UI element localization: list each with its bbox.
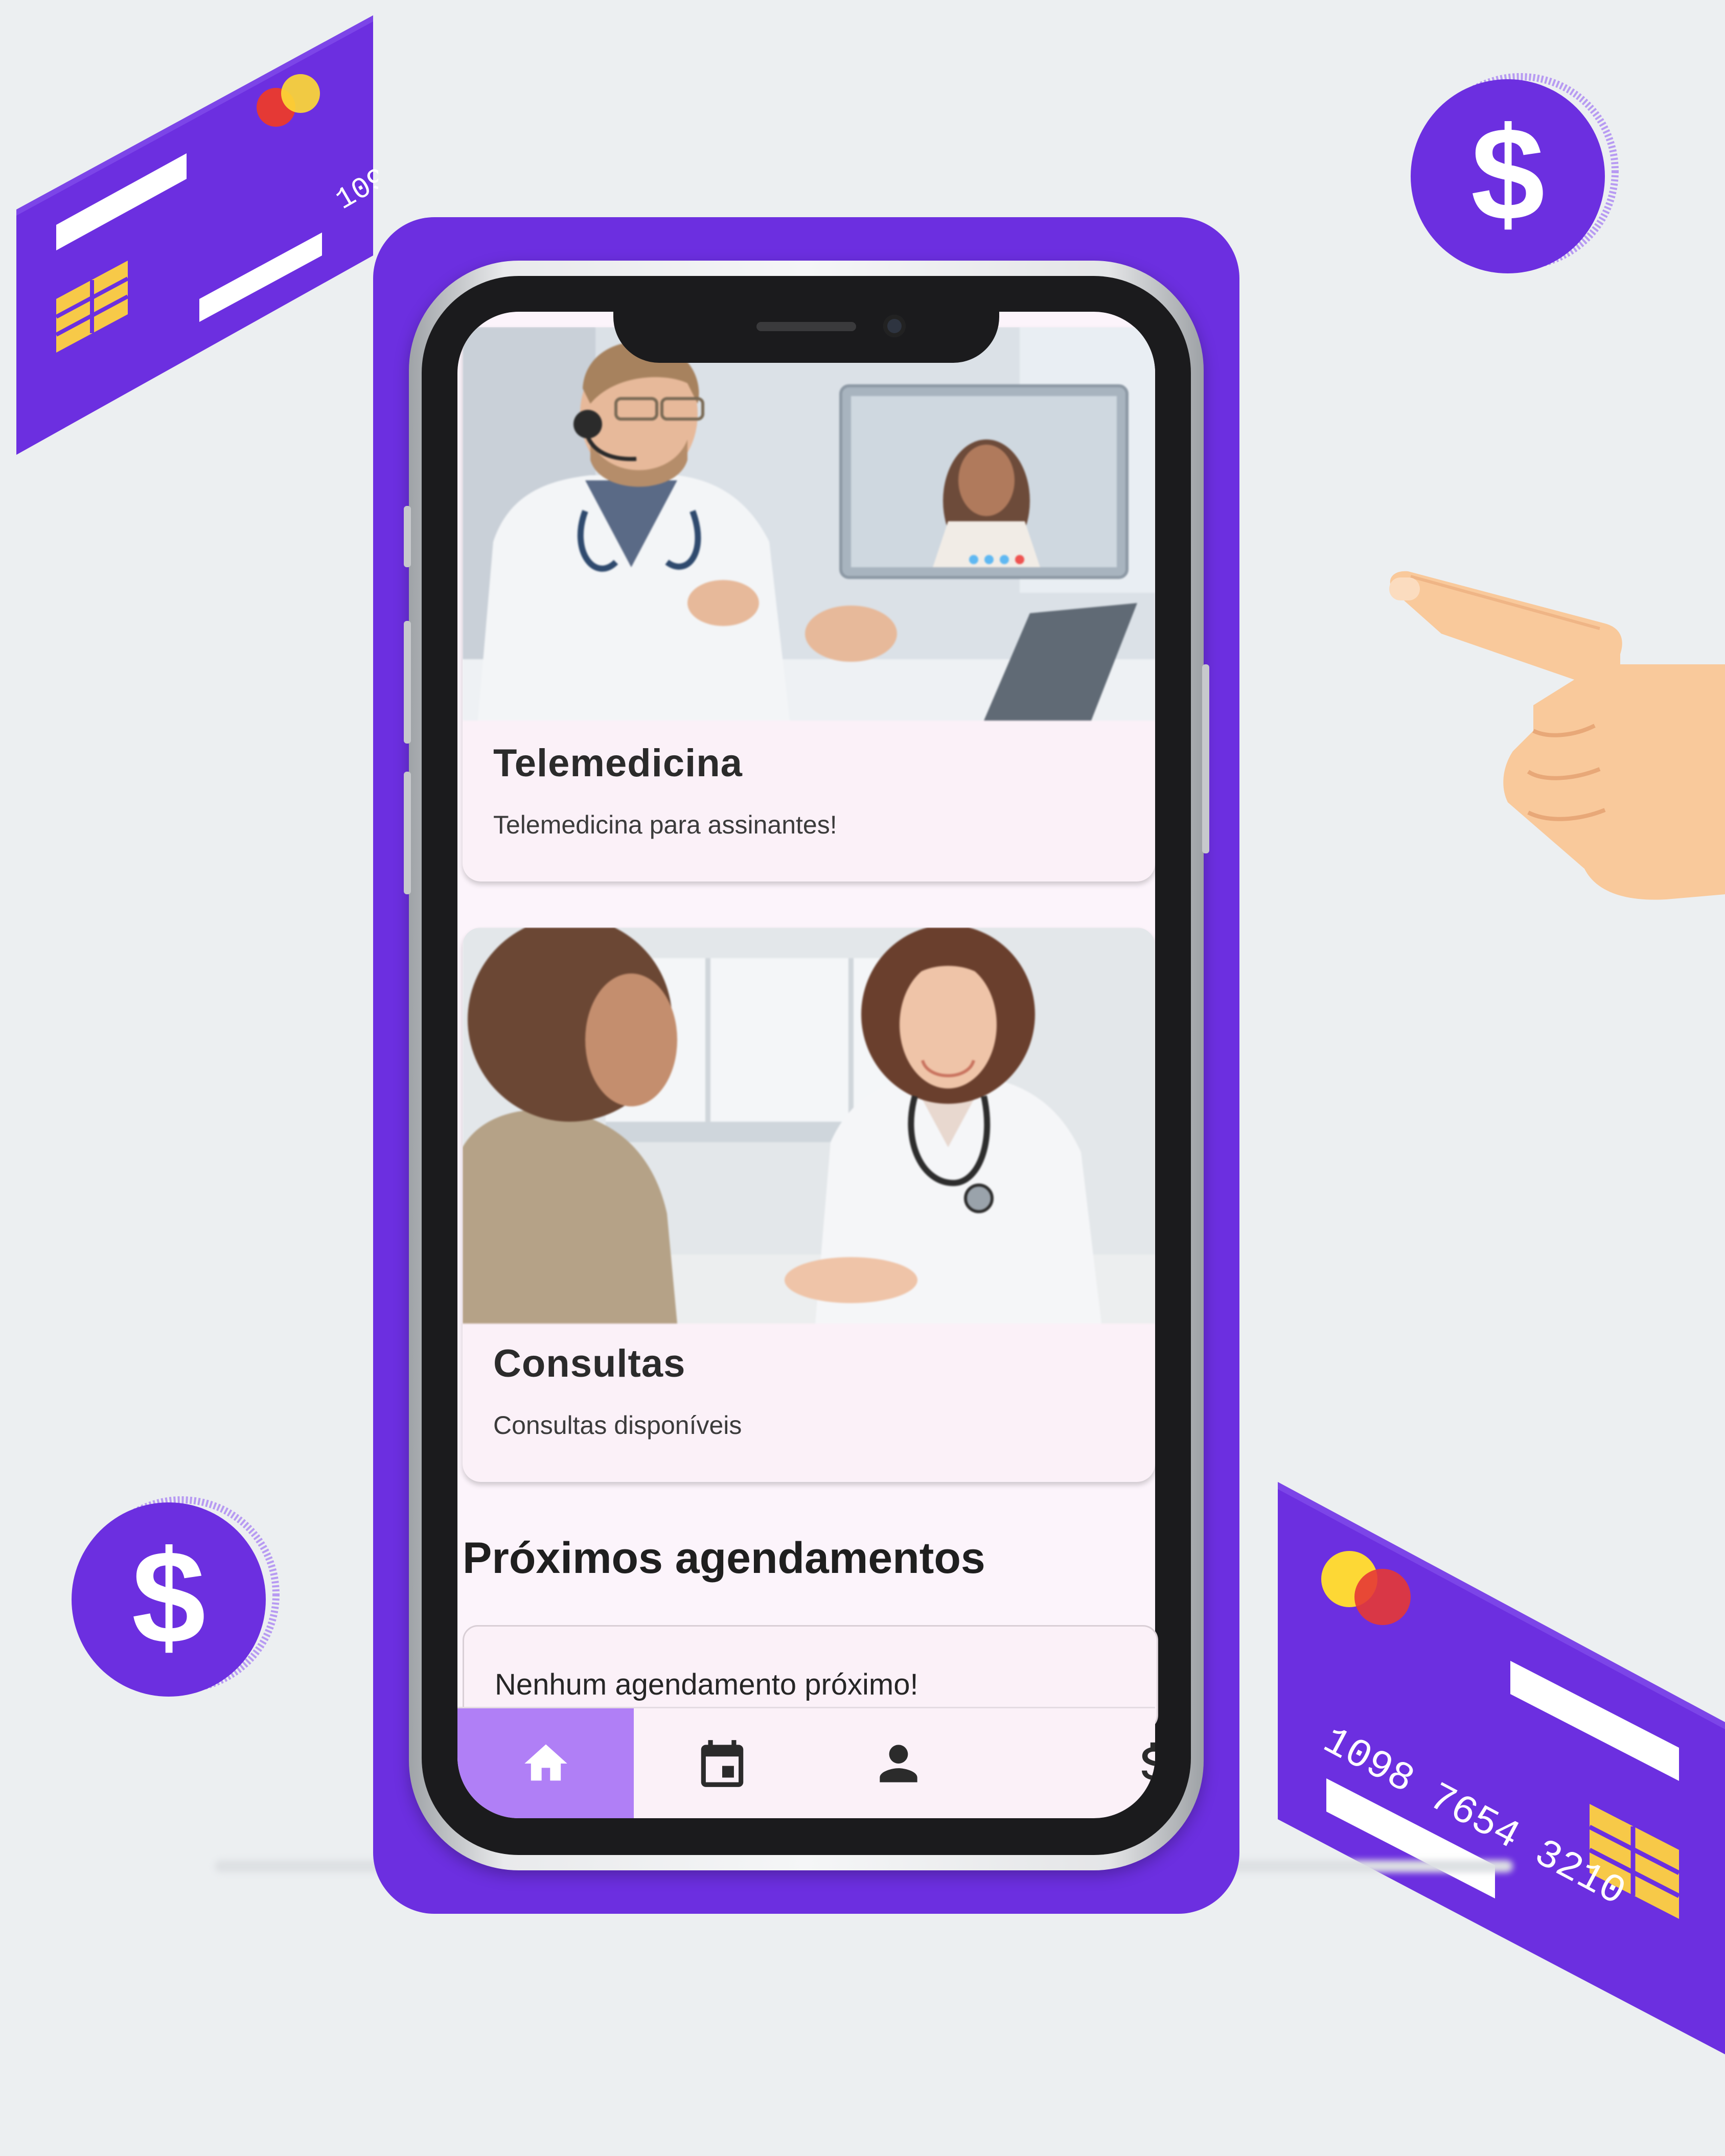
service-card-consultas[interactable]: Consultas Consultas disponíveis [463, 928, 1155, 1482]
credit-card-bottom-right: 1098 7654 3210 [1278, 1482, 1725, 2054]
phone-side-button [404, 506, 411, 567]
pointing-hand [1389, 571, 1725, 900]
consultation-photo [463, 928, 1155, 1324]
appointments-section-title: Próximos agendamentos [463, 1534, 985, 1583]
nav-calendar[interactable] [634, 1708, 810, 1818]
nav-home[interactable] [457, 1708, 634, 1818]
front-camera [883, 315, 906, 337]
card-subtitle: Consultas disponíveis [493, 1411, 742, 1440]
card-title: Telemedicina [493, 741, 743, 785]
nav-profile[interactable] [810, 1708, 986, 1818]
appointments-empty-message: Nenhum agendamento próximo! [495, 1668, 918, 1701]
app-screen: Telemedicina Telemedicina para assinante… [457, 312, 1155, 1817]
dollar-coin-bottom-left: $ [72, 1496, 280, 1697]
card-title: Consultas [493, 1342, 686, 1385]
svg-text:$: $ [132, 1523, 206, 1672]
credit-card-top-left: 1098 7654 3210 [16, 15, 378, 455]
phone-volume-up-button [404, 621, 411, 744]
telemedicine-photo [463, 327, 1155, 721]
phone-volume-down-button [404, 772, 411, 894]
dollar-icon [1141, 1742, 1155, 1784]
nav-payments[interactable] [986, 1708, 1155, 1818]
bottom-navigation-bar [457, 1707, 1155, 1818]
svg-text:$: $ [1471, 100, 1545, 248]
person-icon [879, 1744, 917, 1782]
card-subtitle: Telemedicina para assinantes! [493, 810, 837, 839]
phone-power-button [1202, 664, 1209, 853]
service-card-telemedicina[interactable]: Telemedicina Telemedicina para assinante… [463, 327, 1155, 882]
dollar-coin-top-right: $ [1411, 73, 1619, 273]
calendar-icon [701, 1740, 743, 1787]
home-icon [524, 1744, 567, 1780]
phone-speaker [756, 322, 856, 331]
